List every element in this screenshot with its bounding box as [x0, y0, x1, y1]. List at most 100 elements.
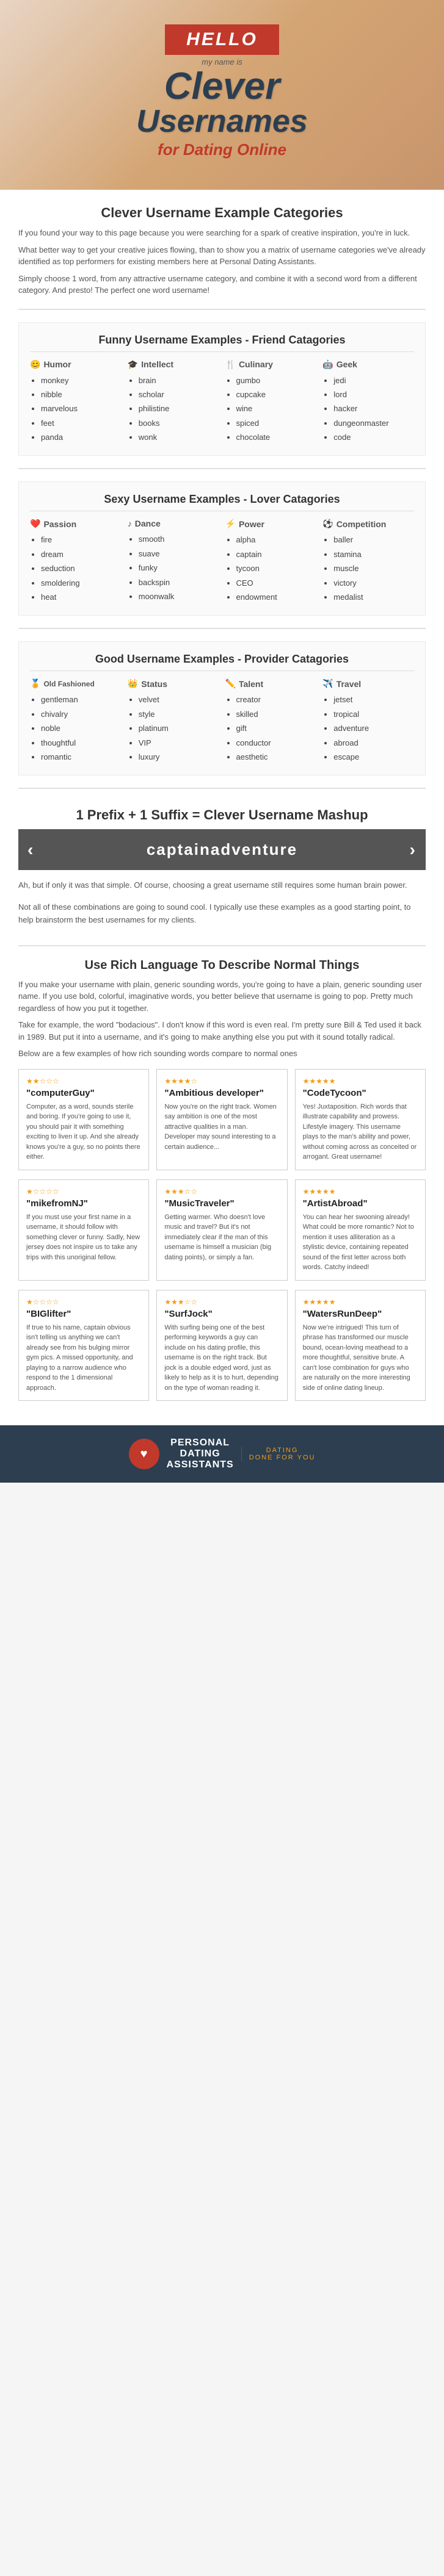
list-item: feet — [41, 416, 122, 430]
footer-line2: DATING — [167, 1448, 234, 1459]
list-item: wine — [236, 401, 317, 416]
intellect-label: Intellect — [141, 359, 173, 369]
mashup-title: 1 Prefix + 1 Suffix = Clever Username Ma… — [18, 807, 426, 823]
list-item: cupcake — [236, 387, 317, 401]
good-section-title: Good Username Examples - Provider Catago… — [95, 653, 349, 666]
footer: ♥ PERSONAL DATING ASSISTANTS DATING DONE… — [0, 1425, 444, 1483]
funny-col-culinary: 🍴 Culinary gumbocupcakewinespicedchocola… — [225, 359, 317, 445]
list-item: scholar — [139, 387, 219, 401]
artistabroad-username: "ArtistAbroad" — [303, 1198, 418, 1209]
mikefromnj-body: If you must use your first name in a use… — [26, 1212, 141, 1263]
list-item: conductor — [236, 736, 317, 750]
good-col-talent: ✏️ Talent creatorskilledgiftconductoraes… — [225, 678, 317, 764]
mashup-desc-1: Ah, but if only it was that simple. Of c… — [18, 879, 426, 892]
sexy-col-power-header: ⚡ Power — [225, 519, 317, 529]
arrow-right-icon[interactable]: › — [410, 840, 417, 860]
list-item: nibble — [41, 387, 122, 401]
talent-list: creatorskilledgiftconductoraesthetic — [225, 693, 317, 764]
computerguy-username: "computerGuy" — [26, 1088, 141, 1098]
list-item: smoldering — [41, 576, 122, 590]
rich-intro-1: If you make your username with plain, ge… — [18, 979, 426, 1015]
mashup-desc-2: Not all of these combinations are going … — [18, 901, 426, 927]
sexy-col-competition-header: ⚽ Competition — [322, 519, 414, 529]
list-item: jetset — [333, 693, 414, 707]
list-item: baller — [333, 533, 414, 547]
sexy-header: Sexy Username Examples - Lover Catagorie… — [30, 493, 414, 511]
funny-columns-grid: 😊 Humor monkeynibblemarvelousfeetpanda 🎓… — [30, 359, 414, 445]
main-content: Clever Username Example Categories If yo… — [0, 190, 444, 1425]
footer-tagline-block: DATING DONE FOR YOU — [241, 1447, 316, 1461]
good-section: Good Username Examples - Provider Catago… — [18, 641, 426, 775]
power-list: alphacaptaintycoonCEOendowment — [225, 533, 317, 604]
talent-label: Talent — [239, 679, 263, 689]
rich-intro-2: Take for example, the word "bodacious". … — [18, 1019, 426, 1043]
good-col-travel-header: ✈️ Travel — [322, 678, 414, 689]
list-item: luxury — [139, 750, 219, 764]
hero-section: HELLO my name is Clever Usernames for Da… — [0, 0, 444, 190]
card-artistabroad: ★★★★★ "ArtistAbroad" You can hear her sw… — [295, 1179, 426, 1281]
footer-logo-block: ♥ PERSONAL DATING ASSISTANTS DATING DONE… — [129, 1437, 316, 1470]
rich-section: Use Rich Language To Describe Normal Thi… — [18, 959, 426, 1401]
list-item: stamina — [333, 547, 414, 561]
mikefromnj-username: "mikefromNJ" — [26, 1198, 141, 1209]
list-item: code — [333, 430, 414, 444]
passion-list: firedreamseductionsmolderingheat — [30, 533, 122, 604]
list-item: noble — [41, 721, 122, 735]
list-item: brain — [139, 373, 219, 387]
intellect-list: brainscholarphilistinebookswonk — [128, 373, 219, 445]
card-codetycoon: ★★★★★ "CodeTycoon" Yes! Juxtaposition. R… — [295, 1069, 426, 1170]
list-item: monkey — [41, 373, 122, 387]
musictraveler-username: "MusicTraveler" — [164, 1198, 279, 1209]
divider-4 — [18, 788, 426, 789]
list-item: lord — [333, 387, 414, 401]
mashup-section: 1 Prefix + 1 Suffix = Clever Username Ma… — [18, 801, 426, 932]
good-col-status: 👑 Status velvetstyleplatinumVIPluxury — [128, 678, 219, 764]
codetycoon-stars: ★★★★★ — [303, 1077, 418, 1085]
list-item: alpha — [236, 533, 317, 547]
oldfashioned-icon: 🏅 — [30, 678, 40, 689]
ambitious-body: Now you're on the right track. Women say… — [164, 1102, 279, 1153]
list-item: seduction — [41, 561, 122, 575]
status-list: velvetstyleplatinumVIPluxury — [128, 693, 219, 764]
biglifter-stars: ★☆☆☆☆ — [26, 1298, 141, 1306]
list-item: gentleman — [41, 693, 122, 707]
oldfashioned-label: Old Fashioned — [43, 680, 94, 688]
hero-badge: HELLO — [165, 24, 279, 55]
footer-text-block: PERSONAL DATING ASSISTANTS — [167, 1437, 234, 1470]
list-item: chocolate — [236, 430, 317, 444]
ambitious-username: "Ambitious developer" — [164, 1088, 279, 1098]
artistabroad-stars: ★★★★★ — [303, 1187, 418, 1196]
footer-heart-icon: ♥ — [140, 1447, 148, 1461]
culinary-label: Culinary — [239, 359, 273, 369]
good-header: Good Username Examples - Provider Catago… — [30, 653, 414, 671]
funny-col-humor-header: 😊 Humor — [30, 359, 122, 370]
musictraveler-stars: ★★★☆☆ — [164, 1187, 279, 1196]
sexy-columns-grid: ❤️ Passion firedreamseductionsmolderingh… — [30, 519, 414, 604]
divider-5 — [18, 945, 426, 946]
dance-icon: ♪ — [128, 519, 132, 528]
geek-icon: 🤖 — [322, 359, 333, 370]
divider-1 — [18, 309, 426, 310]
list-item: books — [139, 416, 219, 430]
watersrundeep-stars: ★★★★★ — [303, 1298, 418, 1306]
geek-list: jedilordhackerdungeonmastercode — [322, 373, 414, 445]
arrow-left-icon[interactable]: ‹ — [27, 840, 34, 860]
sexy-col-dance-header: ♪ Dance — [128, 519, 219, 528]
list-item: dream — [41, 547, 122, 561]
dance-list: smoothsuavefunkybackspinmoonwalk — [128, 532, 219, 603]
dance-label: Dance — [135, 519, 161, 528]
list-item: skilled — [236, 707, 317, 721]
list-item: philistine — [139, 401, 219, 416]
humor-label: Humor — [43, 359, 71, 369]
funny-col-geek: 🤖 Geek jedilordhackerdungeonmastercode — [322, 359, 414, 445]
list-item: VIP — [139, 736, 219, 750]
good-columns-grid: 🏅 Old Fashioned gentlemanchivalrynobleth… — [30, 678, 414, 764]
list-item: romantic — [41, 750, 122, 764]
travel-list: jetsettropicaladventureabroadescape — [322, 693, 414, 764]
surfjock-stars: ★★★☆☆ — [164, 1298, 279, 1306]
culinary-icon: 🍴 — [225, 359, 236, 370]
list-item: jedi — [333, 373, 414, 387]
card-surfjock: ★★★☆☆ "SurfJock" With surfing being one … — [156, 1290, 287, 1401]
surfjock-body: With surfing being one of the best perfo… — [164, 1323, 279, 1394]
card-mikefromnj: ★☆☆☆☆ "mikefromNJ" If you must use your … — [18, 1179, 149, 1281]
